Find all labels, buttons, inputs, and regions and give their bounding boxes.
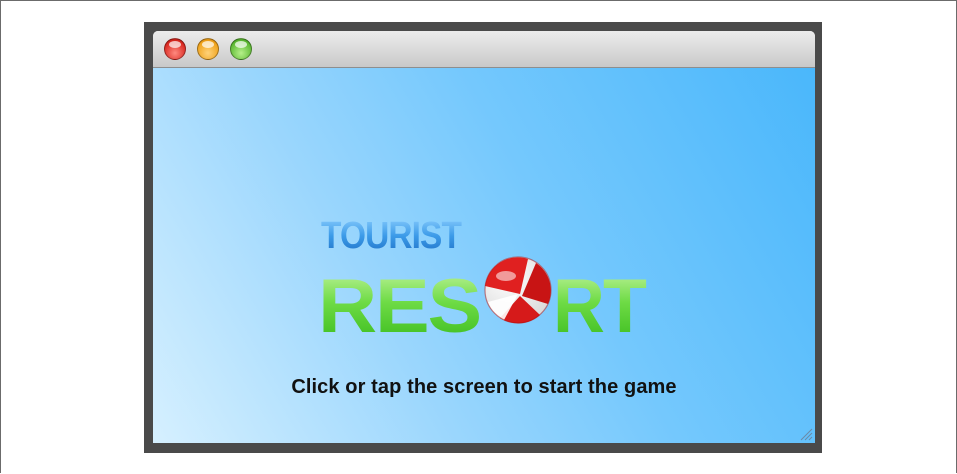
logo-rt-text: RT [553, 264, 646, 346]
maximize-icon[interactable] [230, 38, 252, 60]
close-icon[interactable] [164, 38, 186, 60]
game-screen[interactable]: TOURIST RES RT Click or tap the screen t… [153, 68, 815, 443]
logo-tourist-text: TOURIST [321, 215, 462, 257]
start-instruction: Click or tap the screen to start the gam… [291, 376, 677, 398]
window-titlebar[interactable] [153, 31, 815, 68]
tourist-resort-logo: TOURIST RES RT [318, 215, 648, 346]
beach-ball-icon [484, 256, 552, 324]
resize-grip-icon[interactable] [797, 425, 813, 441]
logo-res-text: RES [318, 264, 480, 346]
game-window: TOURIST RES RT Click or tap the screen t… [153, 31, 815, 443]
minimize-icon[interactable] [197, 38, 219, 60]
